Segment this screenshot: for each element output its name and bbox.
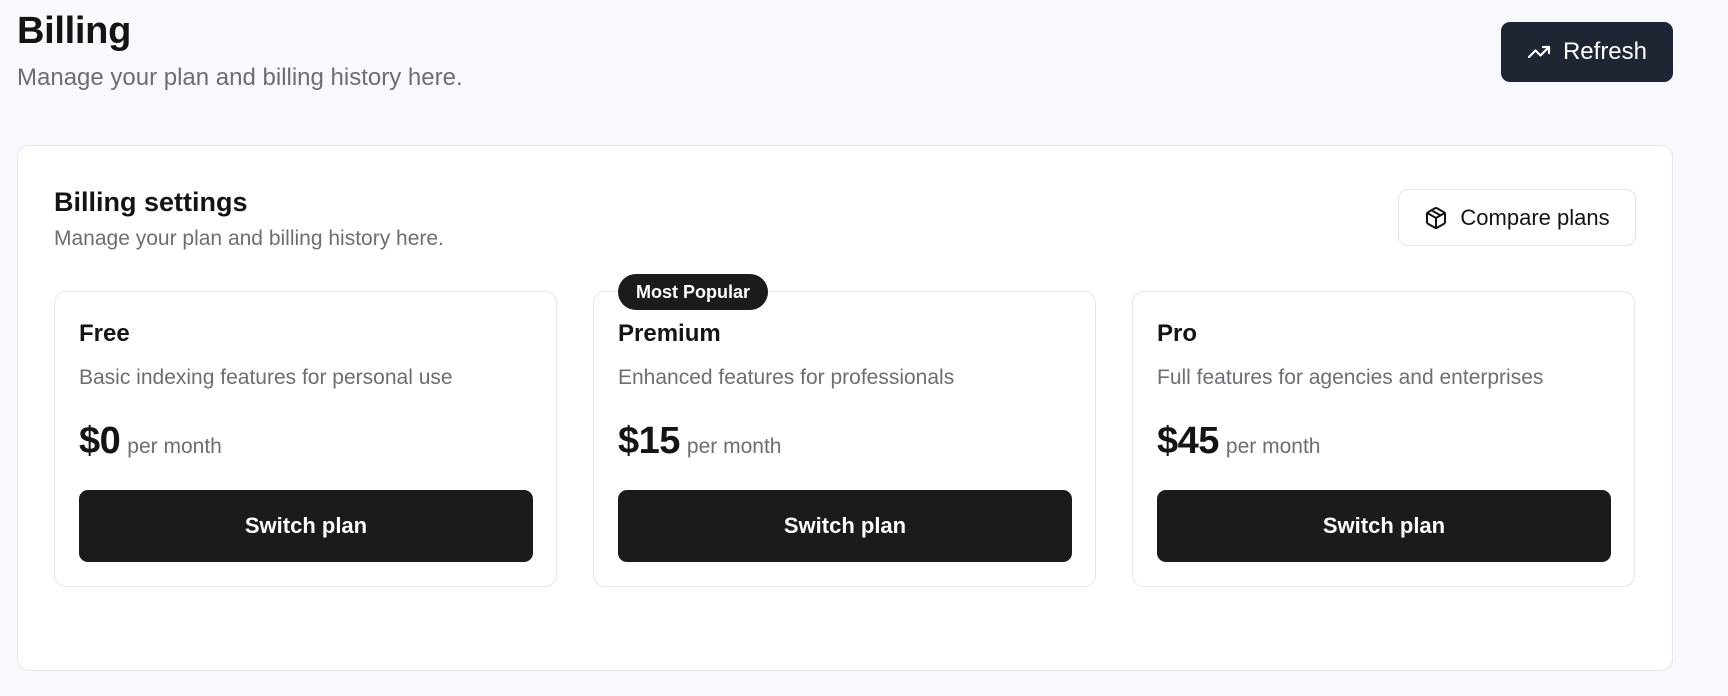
most-popular-badge: Most Popular	[618, 274, 769, 310]
plan-name: Premium	[618, 320, 721, 347]
page-title: Billing	[17, 10, 131, 52]
plan-period: per month	[686, 435, 782, 458]
plan-card-free: Free Basic indexing features for persona…	[54, 291, 557, 587]
billing-settings-panel: Billing settings Manage your plan and bi…	[17, 145, 1673, 671]
plan-price: $15	[618, 420, 680, 462]
switch-plan-button-premium[interactable]: Switch plan	[618, 490, 1072, 562]
plan-card-pro: Pro Full features for agencies and enter…	[1132, 291, 1635, 587]
plan-price: $45	[1157, 420, 1219, 462]
package-icon	[1424, 206, 1448, 230]
plan-description: Enhanced features for professionals	[618, 366, 955, 389]
refresh-button-label: Refresh	[1562, 38, 1648, 65]
plan-card-premium: Most Popular Premium Enhanced features f…	[593, 274, 1096, 587]
billing-settings-title: Billing settings	[54, 187, 248, 217]
plan-price-row: $45 per month	[1157, 420, 1320, 463]
billing-page: Billing Manage your plan and billing his…	[0, 0, 1728, 696]
compare-plans-label: Compare plans	[1460, 204, 1610, 230]
switch-plan-button-pro[interactable]: Switch plan	[1157, 490, 1611, 562]
switch-plan-button-free[interactable]: Switch plan	[79, 490, 533, 562]
plan-price-row: $15 per month	[618, 420, 781, 463]
plan-period: per month	[127, 435, 222, 458]
plan-name: Pro	[1157, 320, 1198, 347]
plan-name: Free	[79, 320, 130, 347]
refresh-button[interactable]: Refresh	[1501, 22, 1673, 82]
page-subtitle: Manage your plan and billing history her…	[17, 64, 463, 91]
plan-description: Basic indexing features for personal use	[79, 366, 453, 389]
plan-period: per month	[1225, 435, 1321, 458]
plan-price: $0	[79, 420, 121, 462]
plan-description: Full features for agencies and enterpris…	[1157, 366, 1544, 389]
trending-up-icon	[1527, 40, 1551, 64]
billing-settings-subtitle: Manage your plan and billing history her…	[54, 227, 444, 250]
compare-plans-button[interactable]: Compare plans	[1398, 189, 1636, 246]
plan-price-row: $0 per month	[79, 420, 222, 463]
